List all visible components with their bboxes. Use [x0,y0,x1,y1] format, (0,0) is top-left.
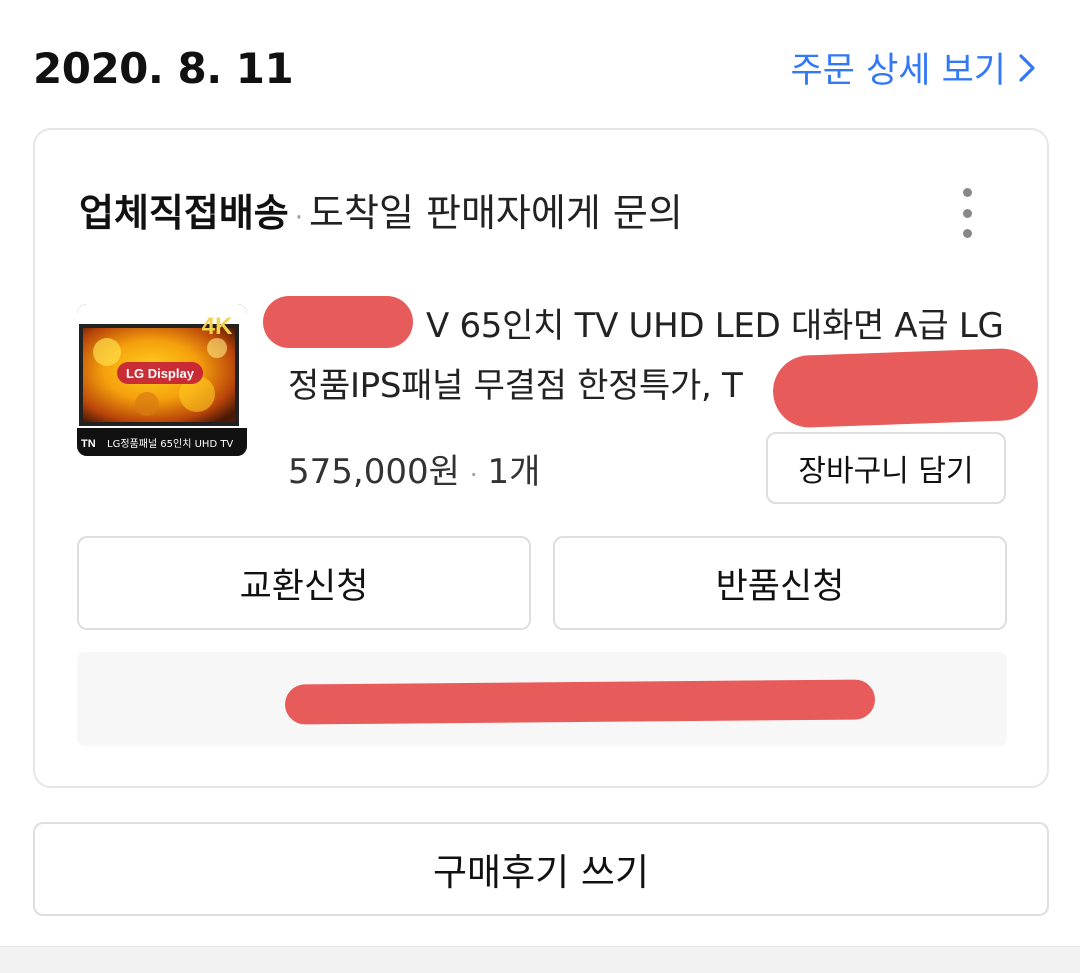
thumbnail-caption: LG정품패널 65인치 UHD TV [107,438,233,450]
add-to-cart-button[interactable]: 장바구니 담기 [766,432,1006,504]
shipping-status: 도착일 판매자에게 문의 [309,191,683,235]
thumbnail-4k-badge: 4K [202,313,233,340]
order-header: 2020. 8. 11 주문 상세 보기 [0,0,1080,128]
redaction-mark [771,347,1040,429]
exchange-button[interactable]: 교환신청 [77,536,531,630]
thumbnail-logo: TN [81,438,96,450]
product-quantity: 1개 [487,452,541,492]
product-price: 575,000원 [288,452,460,492]
redaction-mark [284,679,876,725]
bottom-divider [0,946,1080,973]
order-detail-link[interactable]: 주문 상세 보기 [791,42,1036,93]
more-dot [962,229,972,238]
price-quantity: 575,000원 · 1개 [288,444,540,493]
product-thumbnail[interactable]: LG Display 4K TN LG정품패널 65인치 UHD TV [77,304,247,456]
separator-dot: · [294,203,304,233]
shipping-type: 업체직접배송 [79,191,289,235]
separator-dot: · [469,461,478,489]
info-box [77,652,1007,746]
chevron-right-icon [1019,53,1035,82]
order-detail-label: 주문 상세 보기 [790,51,1006,91]
return-button[interactable]: 반품신청 [553,536,1007,630]
shipping-info: 업체직접배송 · 도착일 판매자에게 문의 [79,182,683,237]
write-review-button[interactable]: 구매후기 쓰기 [33,822,1049,916]
tv-image: LG Display 4K TN LG정품패널 65인치 UHD TV [77,304,247,456]
more-dot [962,188,972,197]
more-dot [962,208,972,218]
redaction-mark [263,296,413,348]
order-card: 업체직접배송 · 도착일 판매자에게 문의 LG Display 4K TN L… [33,128,1049,788]
more-vertical-icon[interactable] [947,188,987,238]
order-date: 2020. 8. 11 [33,44,294,93]
thumbnail-brand: LG Display [126,366,195,381]
